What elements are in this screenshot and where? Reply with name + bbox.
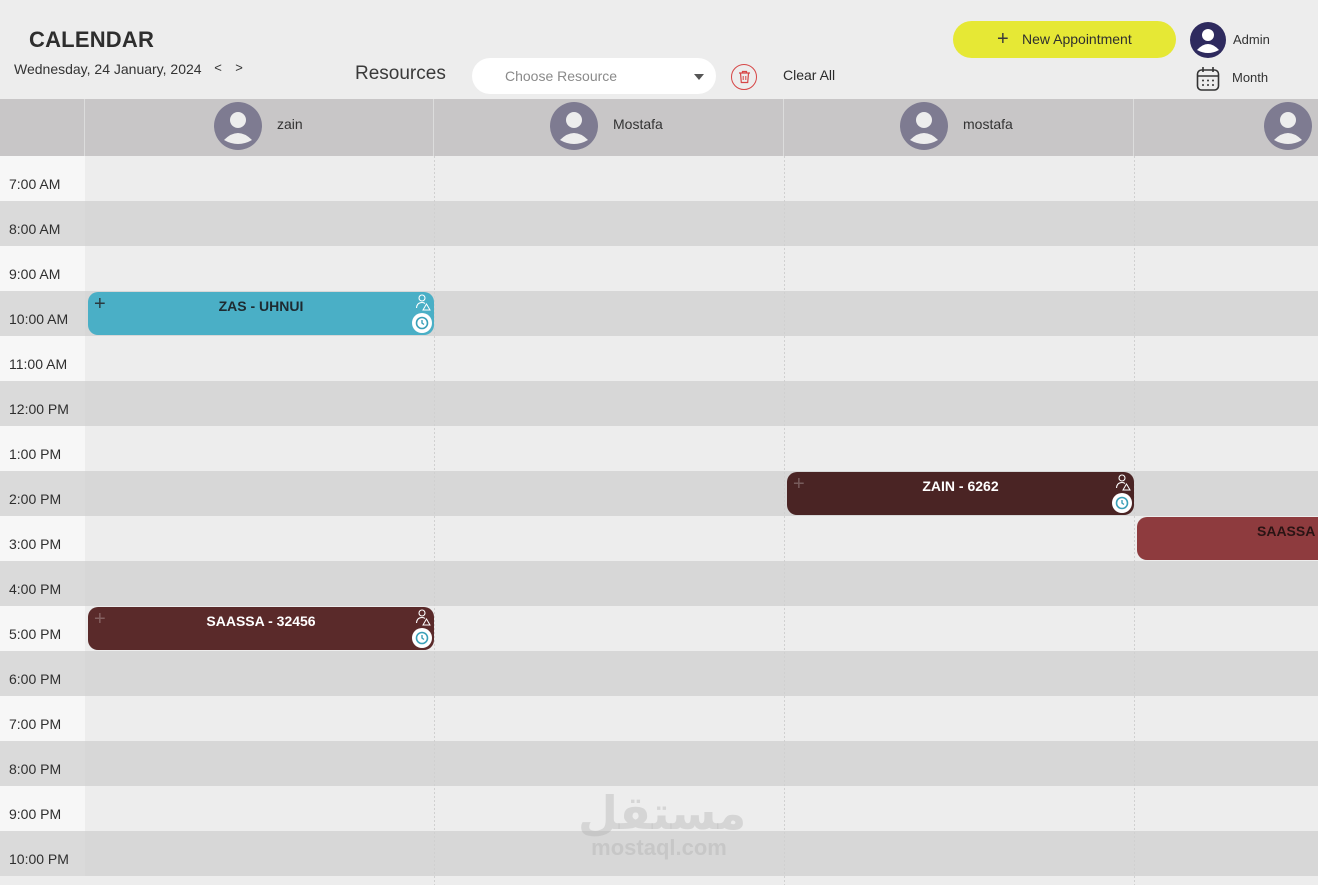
resource-column-header[interactable] bbox=[1134, 99, 1318, 156]
column-divider bbox=[1134, 156, 1135, 885]
plus-icon: + bbox=[997, 28, 1009, 50]
appointment-event[interactable]: SAASSA - bbox=[1137, 517, 1318, 560]
new-appointment-button[interactable]: + New Appointment bbox=[953, 21, 1176, 58]
appointment-title: ZAS - UHNUI bbox=[218, 298, 304, 314]
clear-resources-button[interactable] bbox=[731, 64, 757, 90]
time-label: 2:00 PM bbox=[0, 471, 85, 516]
person-alert-icon[interactable] bbox=[415, 294, 431, 312]
time-row[interactable]: 7:00 PM bbox=[0, 696, 1318, 741]
appointment-title: SAASSA - 32456 bbox=[206, 613, 316, 629]
time-label: 5:00 PM bbox=[0, 606, 85, 651]
resources-label: Resources bbox=[355, 63, 446, 84]
calendar-app: CALENDAR Wednesday, 24 January, 2024 < >… bbox=[0, 0, 1318, 885]
time-label: 10:00 PM bbox=[0, 831, 85, 876]
resource-name: mostafa bbox=[963, 116, 1013, 132]
new-appointment-label: New Appointment bbox=[1022, 31, 1132, 47]
user-avatar-icon[interactable] bbox=[1190, 22, 1226, 58]
time-row[interactable]: 7:00 AM bbox=[0, 156, 1318, 201]
resource-header-corner bbox=[0, 99, 85, 156]
resource-name: zain bbox=[277, 116, 303, 132]
add-icon[interactable]: + bbox=[793, 474, 805, 494]
time-row[interactable]: 10:00 PM bbox=[0, 831, 1318, 876]
avatar-icon bbox=[900, 102, 948, 150]
time-row[interactable]: 12:00 PM bbox=[0, 381, 1318, 426]
time-label: 12:00 PM bbox=[0, 381, 85, 426]
time-label: 7:00 AM bbox=[0, 156, 85, 201]
resource-header-row: zain Mostafa mostafa bbox=[0, 99, 1318, 156]
prev-day-button[interactable]: < bbox=[211, 60, 225, 76]
resource-column-header[interactable]: mostafa bbox=[784, 99, 1134, 156]
time-label: 10:00 AM bbox=[0, 291, 85, 336]
trash-icon bbox=[739, 70, 750, 84]
time-label: 8:00 PM bbox=[0, 741, 85, 786]
next-day-button[interactable]: > bbox=[232, 60, 246, 76]
time-row[interactable]: 8:00 PM bbox=[0, 741, 1318, 786]
time-row[interactable]: 9:00 AM bbox=[0, 246, 1318, 291]
appointment-event[interactable]: ZAS - UHNUI + bbox=[88, 292, 434, 335]
time-label: 3:00 PM bbox=[0, 516, 85, 561]
calendar-icon[interactable] bbox=[1196, 66, 1220, 92]
time-row[interactable]: 4:00 PM bbox=[0, 561, 1318, 606]
time-label: 4:00 PM bbox=[0, 561, 85, 606]
resource-name: Mostafa bbox=[613, 116, 663, 132]
avatar-icon bbox=[214, 102, 262, 150]
chevron-down-icon bbox=[694, 74, 704, 80]
clock-icon[interactable] bbox=[1112, 493, 1132, 513]
time-row[interactable]: 1:00 PM bbox=[0, 426, 1318, 471]
page-title: CALENDAR bbox=[29, 27, 155, 52]
time-label: 9:00 AM bbox=[0, 246, 85, 291]
time-row[interactable]: 6:00 PM bbox=[0, 651, 1318, 696]
day-grid: zain Mostafa mostafa 7:00 AM 8:00 AM 9:0… bbox=[0, 99, 1318, 885]
resource-column-header[interactable]: Mostafa bbox=[434, 99, 784, 156]
time-label: 8:00 AM bbox=[0, 201, 85, 246]
time-label: 7:00 PM bbox=[0, 696, 85, 741]
time-row[interactable]: 11:00 AM bbox=[0, 336, 1318, 381]
time-label: 6:00 PM bbox=[0, 651, 85, 696]
column-divider bbox=[434, 156, 435, 885]
resource-select-placeholder: Choose Resource bbox=[505, 68, 618, 84]
resource-column-header[interactable]: zain bbox=[85, 99, 434, 156]
user-name[interactable]: Admin bbox=[1233, 32, 1270, 47]
time-row[interactable]: 8:00 AM bbox=[0, 201, 1318, 246]
clock-icon[interactable] bbox=[412, 313, 432, 333]
time-label: 1:00 PM bbox=[0, 426, 85, 471]
time-row[interactable]: 9:00 PM bbox=[0, 786, 1318, 831]
avatar-icon bbox=[1264, 102, 1312, 150]
avatar-icon bbox=[550, 102, 598, 150]
clock-icon[interactable] bbox=[412, 628, 432, 648]
appointment-event[interactable]: SAASSA - 32456 + bbox=[88, 607, 434, 650]
column-divider bbox=[784, 156, 785, 885]
appointment-event[interactable]: ZAIN - 6262 + bbox=[787, 472, 1134, 515]
time-label: 11:00 AM bbox=[0, 336, 85, 381]
clear-all-button[interactable]: Clear All bbox=[783, 67, 835, 83]
person-alert-icon[interactable] bbox=[415, 609, 431, 627]
time-label: 9:00 PM bbox=[0, 786, 85, 831]
time-row[interactable]: 3:00 PM bbox=[0, 516, 1318, 561]
current-date: Wednesday, 24 January, 2024 bbox=[14, 61, 202, 77]
add-icon[interactable]: + bbox=[94, 294, 106, 314]
person-alert-icon[interactable] bbox=[1115, 474, 1131, 492]
add-icon[interactable]: + bbox=[94, 609, 106, 629]
appointment-title: SAASSA - bbox=[1257, 523, 1318, 539]
resource-select[interactable]: Choose Resource bbox=[472, 58, 716, 94]
appointment-title: ZAIN - 6262 bbox=[922, 478, 999, 494]
view-mode-label[interactable]: Month bbox=[1232, 70, 1268, 85]
